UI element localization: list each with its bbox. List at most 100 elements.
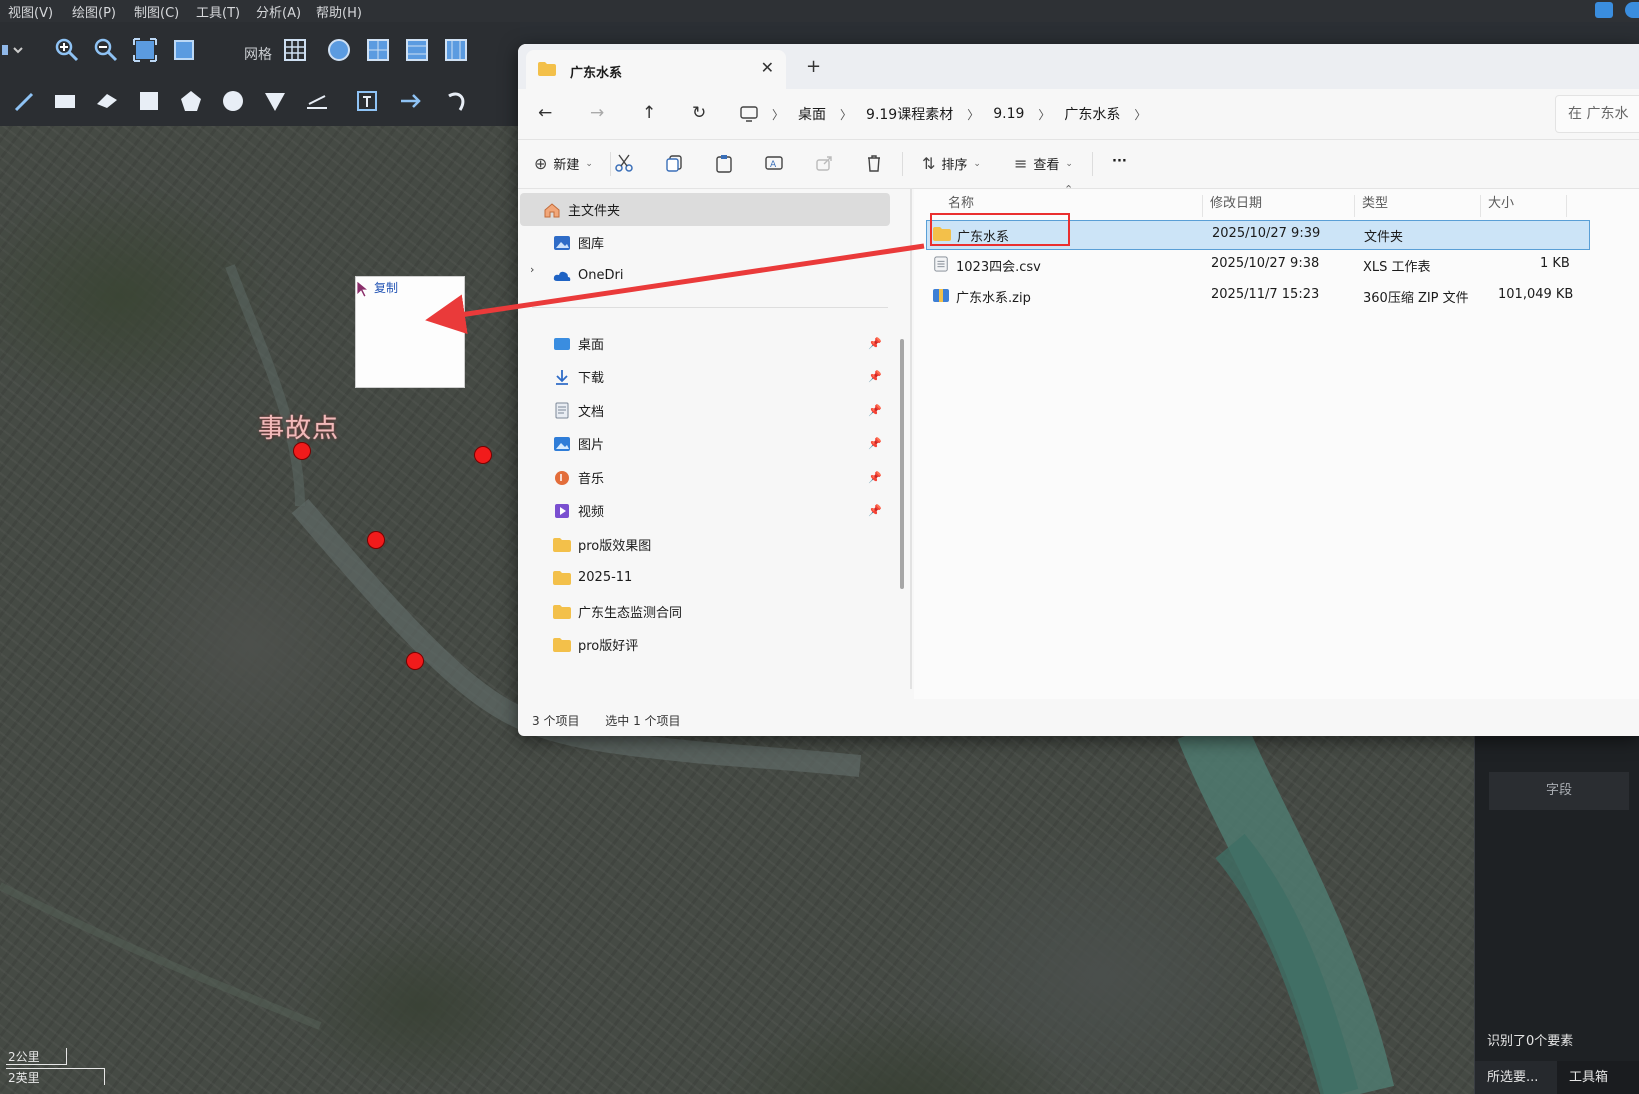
menu-analysis[interactable]: 分析(A): [256, 2, 301, 21]
pane-splitter[interactable]: [910, 189, 912, 689]
file-row[interactable]: 1023四会.csv 2025/10/27 9:38 XLS 工作表 1 KB: [926, 251, 1638, 279]
close-tab-icon[interactable]: ✕: [761, 58, 774, 77]
new-tab-button[interactable]: +: [806, 56, 821, 77]
rectangle-icon[interactable]: [52, 88, 78, 114]
column-divider[interactable]: [1354, 195, 1355, 217]
accident-point[interactable]: [474, 446, 492, 464]
breadcrumb[interactable]: 〉 桌面 〉 9.19课程素材 〉 9.19 〉 广东水系 〉: [736, 97, 1546, 131]
new-button[interactable]: ⊕ 新建 ⌄: [534, 154, 593, 173]
item-count: 3 个项目: [532, 714, 580, 728]
pin-icon[interactable]: 📌: [868, 471, 882, 484]
pin-icon[interactable]: 📌: [868, 370, 882, 383]
column-divider[interactable]: [1480, 195, 1481, 217]
menu-view[interactable]: 视图(V): [8, 2, 53, 21]
circle-icon[interactable]: [220, 88, 246, 114]
view-button[interactable]: ≡ 查看 ⌄: [1014, 154, 1073, 173]
nav-onedrive[interactable]: OneDri: [530, 259, 890, 292]
nav-desktop[interactable]: 桌面 📌: [530, 327, 890, 360]
select-dropdown-icon[interactable]: [0, 37, 26, 63]
nav-documents[interactable]: 文档 📌: [530, 394, 890, 427]
pen-icon[interactable]: [12, 88, 38, 114]
pentagon-icon[interactable]: [178, 88, 204, 114]
sort-button[interactable]: ⇅ 排序 ⌄: [922, 154, 981, 173]
nav-folder[interactable]: pro版好评: [530, 628, 890, 661]
nav-folder[interactable]: 2025-11: [530, 561, 890, 594]
breadcrumb-separator-icon[interactable]: 〉: [772, 106, 784, 123]
breadcrumb-919[interactable]: 9.19: [979, 106, 1038, 122]
nav-scrollbar[interactable]: [900, 339, 904, 589]
file-row[interactable]: 广东水系.zip 2025/11/7 15:23 360压缩 ZIP 文件 10…: [926, 282, 1638, 310]
accident-point[interactable]: [367, 531, 385, 549]
freehand-icon[interactable]: [94, 88, 120, 114]
breadcrumb-separator-icon[interactable]: 〉: [1038, 106, 1050, 123]
marker-icon[interactable]: [262, 88, 288, 114]
square-icon[interactable]: [136, 88, 162, 114]
paste-icon[interactable]: [714, 153, 734, 173]
file-name: 广东水系.zip: [956, 291, 1031, 306]
field-column-header[interactable]: 字段: [1489, 772, 1629, 810]
breadcrumb-separator-icon[interactable]: 〉: [1134, 106, 1146, 123]
more-options-icon[interactable]: ···: [1112, 154, 1127, 169]
column-type[interactable]: 类型: [1362, 189, 1388, 219]
view-label: 查看: [1033, 158, 1060, 173]
menu-help[interactable]: 帮助(H): [316, 2, 362, 21]
chat-icon[interactable]: [1595, 2, 1613, 18]
rename-icon[interactable]: A: [764, 153, 784, 173]
utm-grid-icon[interactable]: [365, 37, 391, 63]
column-divider[interactable]: [1566, 195, 1567, 217]
back-icon[interactable]: ←: [538, 103, 552, 123]
selected-count: 选中 1 个项目: [605, 714, 681, 728]
up-icon[interactable]: ↑: [642, 103, 656, 123]
accident-point[interactable]: [293, 442, 311, 460]
tab-selection[interactable]: 所选要...: [1475, 1061, 1565, 1094]
tab-toolbox[interactable]: 工具箱: [1557, 1061, 1639, 1094]
nav-pictures[interactable]: 图片 📌: [530, 427, 890, 460]
curve-icon[interactable]: [444, 88, 470, 114]
tab-title: 广东水系: [570, 66, 623, 81]
mgrs-grid-icon[interactable]: [404, 37, 430, 63]
pin-icon[interactable]: 📌: [868, 504, 882, 517]
breadcrumb-current[interactable]: 广东水系: [1050, 104, 1134, 124]
column-size[interactable]: 大小: [1488, 189, 1514, 219]
nav-folder[interactable]: pro版效果图: [530, 528, 890, 561]
extent-icon[interactable]: [171, 37, 197, 63]
full-extent-icon[interactable]: [132, 37, 158, 63]
menu-map[interactable]: 制图(C): [134, 2, 179, 21]
account-icon[interactable]: [1625, 2, 1639, 18]
zoom-in-icon[interactable]: [54, 37, 80, 63]
nav-home[interactable]: 主文件夹: [520, 193, 890, 226]
nav-downloads[interactable]: 下载 📌: [530, 360, 890, 393]
breadcrumb-separator-icon[interactable]: 〉: [840, 106, 852, 123]
nav-videos[interactable]: 视频 📌: [530, 494, 890, 527]
breadcrumb-separator-icon[interactable]: 〉: [967, 106, 979, 123]
file-type: XLS 工作表: [1363, 260, 1431, 275]
usng-grid-icon[interactable]: [443, 37, 469, 63]
arrow-draw-icon[interactable]: [398, 88, 424, 114]
menu-tools[interactable]: 工具(T): [196, 2, 240, 21]
column-divider[interactable]: [1202, 195, 1203, 217]
breadcrumb-course[interactable]: 9.19课程素材: [852, 104, 967, 124]
pin-icon[interactable]: 📌: [868, 404, 882, 417]
forward-icon[interactable]: →: [590, 103, 604, 123]
refresh-icon[interactable]: ↻: [692, 103, 706, 123]
pin-icon[interactable]: 📌: [868, 437, 882, 450]
nav-folder[interactable]: 广东生态监测合同: [530, 595, 890, 628]
grid-icon[interactable]: [282, 37, 308, 63]
copy-icon[interactable]: [664, 153, 684, 173]
column-modified[interactable]: 修改日期: [1210, 189, 1262, 219]
search-input[interactable]: 在 广东水: [1555, 95, 1639, 133]
menu-draw[interactable]: 绘图(P): [72, 2, 116, 21]
share-icon[interactable]: [814, 153, 834, 173]
nav-music[interactable]: 音乐 📌: [530, 461, 890, 494]
measure-icon[interactable]: [304, 88, 330, 114]
text-box-icon[interactable]: [354, 88, 380, 114]
zoom-out-icon[interactable]: [93, 37, 119, 63]
cut-icon[interactable]: [614, 153, 634, 173]
pin-icon[interactable]: 📌: [868, 337, 882, 350]
delete-icon[interactable]: [864, 153, 884, 173]
explorer-tab[interactable]: 广东水系 ✕: [526, 50, 786, 89]
globe-grid-icon[interactable]: [326, 37, 352, 63]
accident-point[interactable]: [406, 652, 424, 670]
nav-gallery[interactable]: 图库: [530, 226, 890, 259]
breadcrumb-desktop[interactable]: 桌面: [784, 104, 840, 124]
